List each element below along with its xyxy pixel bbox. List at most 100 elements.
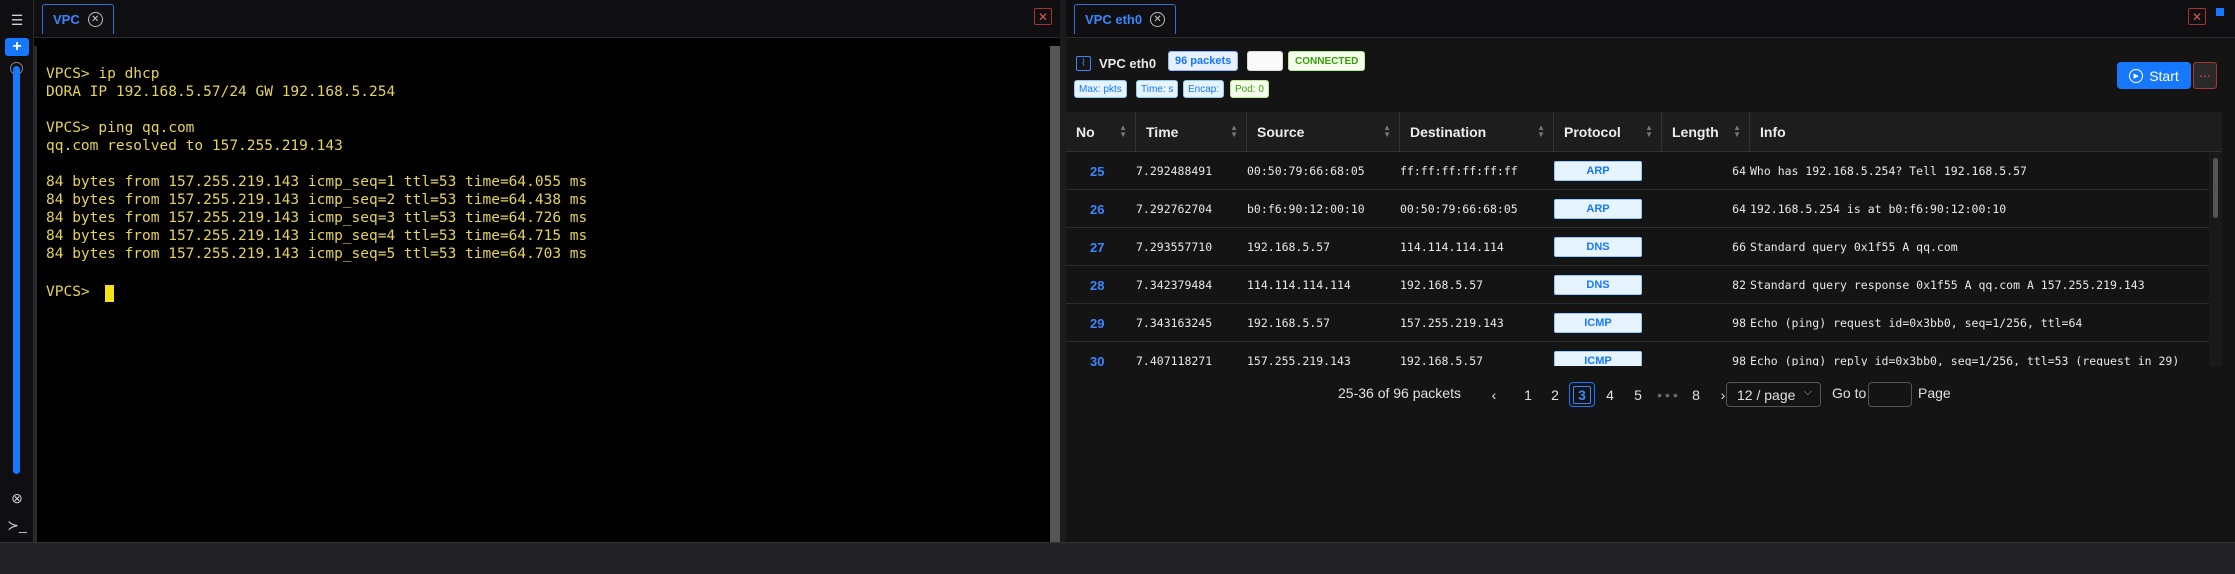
sort-icon[interactable]: ▲ ▼ <box>1383 124 1391 139</box>
column-header-length[interactable]: Length ▲ ▼ <box>1662 112 1750 152</box>
table-row[interactable]: 25 7.292488491 00:50:79:66:68:05 ff:ff:f… <box>1066 152 2222 190</box>
table-row[interactable]: 30 7.407118271 157.255.219.143 192.168.5… <box>1066 342 2222 366</box>
cell-destination: 114.114.114.114 <box>1400 240 1504 254</box>
cell-protocol: ICMP <box>1554 304 1642 342</box>
goto-page-input[interactable] <box>1868 382 1912 407</box>
pagination: 25-36 of 96 packets ‹ 1 2 3 4 5 ••• 8 › … <box>1066 378 2235 412</box>
column-header-no[interactable]: No ▲ ▼ <box>1066 112 1136 152</box>
cell-info: Standard query 0x1f55 A qq.com <box>1750 240 1958 254</box>
cell-time: 7.342379484 <box>1136 278 1213 292</box>
capture-panel: VPC eth0 ✕ ✕ ⌇ VPC eth0 96 packets CONNE… <box>1066 0 2235 542</box>
capture-header: ⌇ VPC eth0 96 packets CONNECTED Max: pkt… <box>1066 46 2235 106</box>
table-scrollbar[interactable] <box>2209 152 2222 366</box>
cell-info: 192.168.5.254 is at b0:f6:90:12:00:10 <box>1750 202 2007 216</box>
cell-length: 66 <box>1732 240 1746 254</box>
protocol-tag: DNS <box>1554 275 1642 295</box>
terminal-scrollbar[interactable] <box>1050 46 1060 542</box>
page-5[interactable]: 5 <box>1625 382 1651 407</box>
cell-info: Echo (ping) request id=0x3bb0, seq=1/256… <box>1750 316 2083 330</box>
terminal-output[interactable]: VPCS> ip dhcp DORA IP 192.168.5.57/24 GW… <box>34 46 1056 542</box>
column-header-protocol[interactable]: Protocol ▲ ▼ <box>1554 112 1662 152</box>
tab-vpc-eth0[interactable]: VPC eth0 ✕ <box>1074 4 1177 34</box>
table-row[interactable]: 28 7.342379484 114.114.114.114 192.168.5… <box>1066 266 2222 304</box>
cell-source: 157.255.219.143 <box>1247 354 1351 366</box>
page-1[interactable]: 1 <box>1515 382 1541 407</box>
terminal-cursor <box>105 285 114 302</box>
cell-length: 64 <box>1732 202 1746 216</box>
table-header: No ▲ ▼ Time ▲ ▼ Source ▲ ▼ Destination ▲ ▼ Proto… <box>1066 112 2222 152</box>
table-row[interactable]: 26 7.292762704 b0:f6:90:12:00:10 00:50:7… <box>1066 190 2222 228</box>
page-4[interactable]: 4 <box>1597 382 1623 407</box>
terminal-line: VPCS> ping qq.com <box>46 120 195 136</box>
page-3-active[interactable]: 3 <box>1569 382 1595 407</box>
cell-source: b0:f6:90:12:00:10 <box>1247 202 1365 216</box>
chart-line-icon: ⌇ <box>1076 56 1091 71</box>
terminal-line: 84 bytes from 157.255.219.143 icmp_seq=3… <box>46 210 588 226</box>
pagination-total: 25-36 of 96 packets <box>1338 385 1461 401</box>
terminal-prompt-icon[interactable]: ≻_ <box>5 515 29 535</box>
start-capture-button[interactable]: ▶ Start <box>2117 62 2191 89</box>
cell-length: 98 <box>1732 354 1746 366</box>
cell-time: 7.292762704 <box>1136 202 1213 216</box>
protocol-tag: ICMP <box>1554 313 1642 333</box>
page-8[interactable]: 8 <box>1683 382 1709 407</box>
tab-close-icon[interactable]: ✕ <box>1150 12 1166 27</box>
cell-destination: 192.168.5.57 <box>1400 278 1484 292</box>
protocol-tag: ARP <box>1554 161 1642 181</box>
terminal-line: 84 bytes from 157.255.219.143 icmp_seq=2… <box>46 192 588 208</box>
hamburger-menu-icon[interactable]: ☰ <box>5 10 29 30</box>
tab-close-icon[interactable]: ✕ <box>87 12 103 27</box>
protocol-tag: ARP <box>1554 199 1642 219</box>
plus-icon[interactable]: + <box>5 38 29 56</box>
column-header-source[interactable]: Source ▲ ▼ <box>1247 112 1400 152</box>
cell-length: 64 <box>1732 164 1746 178</box>
time-tag: Time: s <box>1136 80 1179 98</box>
rail-slider-track[interactable] <box>13 66 20 474</box>
cell-no: 26 <box>1090 201 1105 217</box>
terminal-line: DORA IP 192.168.5.57/24 GW 192.168.5.254 <box>46 84 396 100</box>
chevron-down-icon: ⌵ <box>1803 386 1812 398</box>
sort-icon[interactable]: ▲ ▼ <box>1230 124 1238 139</box>
sort-icon[interactable]: ▲ ▼ <box>1537 124 1545 139</box>
cell-no: 29 <box>1090 315 1105 331</box>
page-2[interactable]: 2 <box>1542 382 1568 407</box>
close-panel-icon[interactable]: ✕ <box>1034 8 1052 25</box>
tab-label: VPC <box>53 12 80 27</box>
table-scrollbar-thumb[interactable] <box>2213 158 2218 218</box>
sort-icon[interactable]: ▲ ▼ <box>1119 124 1127 139</box>
cell-length: 82 <box>1732 278 1746 292</box>
start-label: Start <box>2149 67 2179 84</box>
cell-destination: 157.255.219.143 <box>1400 316 1504 330</box>
page-size-select[interactable]: 12 / page ⌵ <box>1726 382 1821 407</box>
close-circle-icon[interactable]: ⊗ <box>5 488 29 508</box>
close-panel-icon[interactable]: ✕ <box>2188 8 2206 25</box>
terminal-line: 84 bytes from 157.255.219.143 icmp_seq=1… <box>46 174 588 190</box>
packet-count-badge: 96 packets <box>1168 51 1239 71</box>
capture-title: VPC eth0 <box>1099 56 1157 71</box>
cell-no: 30 <box>1090 353 1105 367</box>
table-row[interactable]: 29 7.343163245 192.168.5.57 157.255.219.… <box>1066 304 2222 342</box>
sort-icon[interactable]: ▲ ▼ <box>1645 124 1653 139</box>
pagination-ellipsis[interactable]: ••• <box>1654 382 1684 407</box>
tab-vpc[interactable]: VPC ✕ <box>42 4 114 34</box>
table-row[interactable]: 27 7.293557710 192.168.5.57 114.114.114.… <box>1066 228 2222 266</box>
terminal-line: qq.com resolved to 157.255.219.143 <box>46 138 343 154</box>
connection-status-badge: CONNECTED <box>1288 51 1366 71</box>
column-header-destination[interactable]: Destination ▲ ▼ <box>1400 112 1554 152</box>
bottom-status-strip <box>0 542 2235 574</box>
prev-page-icon[interactable]: ‹ <box>1481 382 1507 407</box>
cell-source: 00:50:79:66:68:05 <box>1247 164 1365 178</box>
packet-table: No ▲ ▼ Time ▲ ▼ Source ▲ ▼ Destination ▲ ▼ Proto… <box>1066 112 2222 366</box>
cell-no: 25 <box>1090 163 1105 179</box>
cell-source: 192.168.5.57 <box>1247 240 1331 254</box>
terminal-prompt: VPCS> <box>46 284 99 300</box>
cell-info: Who has 192.168.5.254? Tell 192.168.5.57 <box>1750 164 2027 178</box>
cell-destination: 192.168.5.57 <box>1400 354 1484 366</box>
cell-time: 7.293557710 <box>1136 240 1213 254</box>
column-header-time[interactable]: Time ▲ ▼ <box>1136 112 1247 152</box>
left-rail: ☰ + ⊗ ≻_ <box>0 0 34 574</box>
cell-protocol: ARP <box>1554 190 1642 228</box>
max-packets-tag: Max: pkts <box>1074 80 1127 98</box>
sort-icon[interactable]: ▲ ▼ <box>1733 124 1741 139</box>
more-options-icon[interactable]: ⋯ <box>2193 62 2217 89</box>
